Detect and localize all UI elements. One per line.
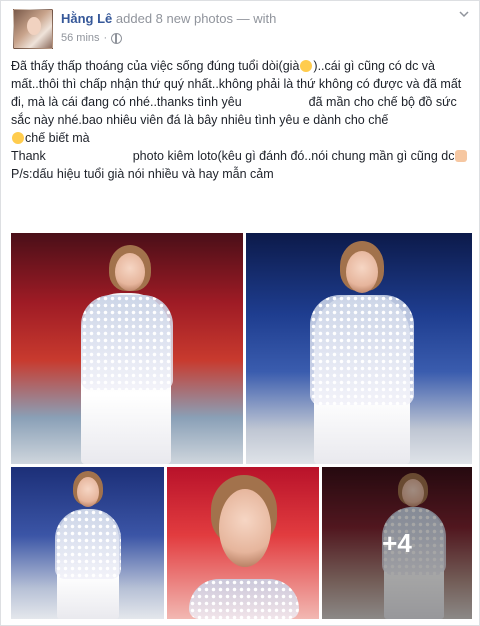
post-photo-3[interactable]	[11, 467, 164, 619]
post-action-text: added 8 new photos — with	[112, 11, 277, 26]
post-text-line: Đã thấy thấp thoáng của việc sống đúng t…	[11, 59, 300, 73]
post-text-line: Thank	[11, 149, 46, 163]
pointing-hand-emoji-icon	[455, 150, 468, 162]
post-photo-5[interactable]: +4	[322, 467, 472, 619]
chevron-down-icon[interactable]	[459, 9, 469, 19]
post-photo-4[interactable]	[167, 467, 319, 619]
post-meta: 56 mins ·	[61, 32, 123, 44]
post-headline: Hằng Lê added 8 new photos — with	[61, 11, 276, 26]
post-paragraph-3: P/s:dấu hiệu tuổi già nói nhiều và hay m…	[11, 165, 471, 183]
meta-separator: ·	[103, 32, 108, 44]
figure-face	[115, 253, 145, 291]
post-text-line: P/s:dấu hiệu tuổi già nói nhiều và hay m…	[11, 167, 274, 181]
laughing-emoji-icon	[300, 60, 313, 72]
more-photos-count: +4	[382, 527, 412, 558]
beaded-cape	[310, 295, 414, 405]
post-paragraph-2: Thank photo kiêm loto(kêu gì đánh đó..nó…	[11, 147, 471, 165]
beaded-cape	[189, 579, 299, 619]
post-timestamp[interactable]: 56 mins	[61, 32, 100, 44]
beaded-cape	[55, 509, 121, 579]
globe-icon[interactable]	[111, 32, 123, 44]
figure-face	[77, 477, 99, 507]
more-photos-overlay[interactable]: +4	[322, 467, 472, 619]
post-card: Hằng Lê added 8 new photos — with 56 min…	[0, 0, 480, 626]
post-photo-2[interactable]	[246, 233, 472, 464]
post-text: Đã thấy thấp thoáng của việc sống đúng t…	[11, 57, 471, 183]
post-photo-1[interactable]	[11, 233, 243, 464]
figure-face	[346, 251, 378, 293]
author-name-link[interactable]: Hằng Lê	[61, 11, 112, 26]
avatar[interactable]	[13, 9, 53, 49]
post-paragraph-1: Đã thấy thấp thoáng của việc sống đúng t…	[11, 57, 471, 147]
figure-face	[219, 489, 271, 567]
beaded-cape	[81, 295, 173, 390]
winking-emoji-icon	[12, 132, 24, 144]
avatar-face	[27, 17, 41, 35]
post-text-line: chế biết mà	[25, 131, 90, 145]
post-text-line: photo kiêm loto(kêu gì đánh đó..nói chun…	[132, 149, 455, 163]
